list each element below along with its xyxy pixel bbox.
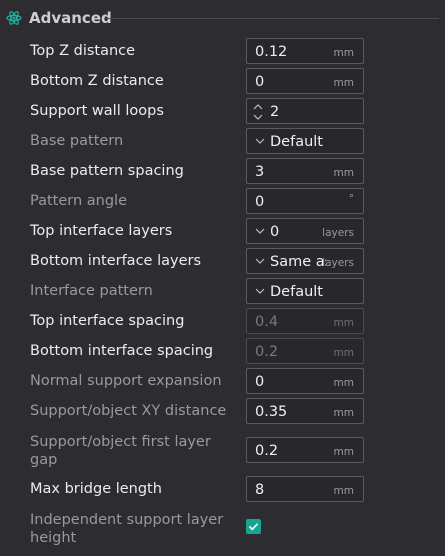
field-value: 8 xyxy=(255,482,265,498)
setting-row-top-z-distance: Top Z distance 0.12 mm xyxy=(0,37,445,67)
field-value: 0.12 xyxy=(255,44,288,60)
field-value: 2 xyxy=(270,104,280,120)
setting-row-pattern-angle: Pattern angle 0 ° xyxy=(0,187,445,217)
interface-pattern-select[interactable]: Default xyxy=(246,278,364,304)
field-unit: ° xyxy=(348,193,354,205)
setting-row-max-bridge-length: Max bridge length 8 mm xyxy=(0,473,445,505)
field-unit: mm xyxy=(333,47,354,59)
normal-support-expansion-input[interactable]: 0 mm xyxy=(246,368,364,394)
setting-row-support-object-first-layer-gap: Support/object first layer gap 0.2 mm xyxy=(0,427,445,473)
base-pattern-spacing-input[interactable]: 3 mm xyxy=(246,158,364,184)
independent-support-layer-height-checkbox[interactable] xyxy=(246,519,261,534)
setting-row-support-wall-loops: Support wall loops 2 xyxy=(0,97,445,127)
field-value: 0 xyxy=(270,224,280,240)
setting-label: Support/object XY distance xyxy=(30,403,227,419)
setting-label: Support wall loops xyxy=(30,103,164,119)
field-unit: mm xyxy=(333,485,354,497)
setting-row-independent-support-layer-height: Independent support layer height xyxy=(0,505,445,551)
field-unit: layers xyxy=(322,227,354,239)
setting-label: Bottom interface spacing xyxy=(30,343,214,359)
field-value: Default xyxy=(270,284,323,300)
field-value: 3 xyxy=(255,164,265,180)
top-interface-layers-select[interactable]: 0 layers xyxy=(246,218,364,244)
field-unit: layers xyxy=(322,257,354,269)
setting-row-interface-pattern: Interface pattern Default xyxy=(0,277,445,307)
setting-label-line2: height xyxy=(30,530,77,546)
field-value: 0 xyxy=(255,74,265,90)
setting-row-support-object-xy-distance: Support/object XY distance 0.35 mm xyxy=(0,397,445,427)
setting-row-bottom-interface-spacing: Bottom interface spacing 0.2 mm xyxy=(0,337,445,367)
setting-label: Top interface layers xyxy=(30,223,173,239)
base-pattern-select[interactable]: Default xyxy=(246,128,364,154)
field-value: 0 xyxy=(255,374,265,390)
setting-row-bottom-interface-layers: Bottom interface layers Same as layers xyxy=(0,247,445,277)
setting-label: Bottom interface layers xyxy=(30,253,202,269)
field-value: 0.4 xyxy=(255,314,279,330)
setting-row-base-pattern: Base pattern Default xyxy=(0,127,445,157)
setting-row-base-pattern-spacing: Base pattern spacing 3 mm xyxy=(0,157,445,187)
setting-label: Base pattern spacing xyxy=(30,163,184,179)
setting-label-line1: Support/object first layer xyxy=(30,434,211,450)
field-value: 0.2 xyxy=(255,344,279,360)
field-unit: mm xyxy=(333,167,354,179)
max-bridge-length-input[interactable]: 8 mm xyxy=(246,476,364,502)
setting-label: Top interface spacing xyxy=(30,313,185,329)
field-unit: mm xyxy=(333,407,354,419)
bottom-interface-layers-select[interactable]: Same as layers xyxy=(246,248,364,274)
chevron-down-icon xyxy=(255,228,265,234)
chevron-down-icon xyxy=(255,288,265,294)
support-wall-loops-spinner[interactable]: 2 xyxy=(246,98,364,124)
support-object-first-layer-gap-input[interactable]: 0.2 mm xyxy=(246,437,364,463)
setting-label: Interface pattern xyxy=(30,283,153,299)
setting-row-bottom-z-distance: Bottom Z distance 0 mm xyxy=(0,67,445,97)
field-unit: mm xyxy=(333,347,354,359)
top-z-distance-input[interactable]: 0.12 mm xyxy=(246,38,364,64)
setting-label: Pattern angle xyxy=(30,193,128,209)
field-unit: mm xyxy=(333,446,354,458)
setting-label: Max bridge length xyxy=(30,481,162,497)
section-title: Advanced xyxy=(29,9,112,27)
setting-row-normal-support-expansion: Normal support expansion 0 mm xyxy=(0,367,445,397)
field-value: Default xyxy=(270,134,323,150)
top-interface-spacing-input[interactable]: 0.4 mm xyxy=(246,308,364,334)
setting-row-top-interface-layers: Top interface layers 0 layers xyxy=(0,217,445,247)
section-divider xyxy=(106,18,439,19)
chevron-down-icon xyxy=(255,138,265,144)
field-unit: mm xyxy=(333,77,354,89)
support-object-xy-distance-input[interactable]: 0.35 mm xyxy=(246,398,364,424)
setting-label: Bottom Z distance xyxy=(30,73,164,89)
pattern-angle-input[interactable]: 0 ° xyxy=(246,188,364,214)
field-value: 0 xyxy=(255,194,265,210)
chevron-down-icon xyxy=(255,258,265,264)
field-value: 0.35 xyxy=(255,404,288,420)
bottom-interface-spacing-input[interactable]: 0.2 mm xyxy=(246,338,364,364)
bottom-z-distance-input[interactable]: 0 mm xyxy=(246,68,364,94)
section-header-advanced[interactable]: Advanced xyxy=(0,0,445,37)
setting-label-line2: gap xyxy=(30,452,58,468)
support-atom-icon xyxy=(6,11,22,25)
field-value: Same as xyxy=(270,254,326,270)
setting-label: Normal support expansion xyxy=(30,373,222,389)
setting-label: Base pattern xyxy=(30,133,124,149)
checkmark-icon xyxy=(248,523,259,531)
setting-row-top-interface-spacing: Top interface spacing 0.4 mm xyxy=(0,307,445,337)
field-unit: mm xyxy=(333,317,354,329)
field-unit: mm xyxy=(333,377,354,389)
field-value: 0.2 xyxy=(255,443,279,459)
setting-label: Top Z distance xyxy=(30,43,136,59)
setting-label-line1: Independent support layer xyxy=(30,512,224,528)
spinner-arrows-icon[interactable] xyxy=(252,102,264,122)
